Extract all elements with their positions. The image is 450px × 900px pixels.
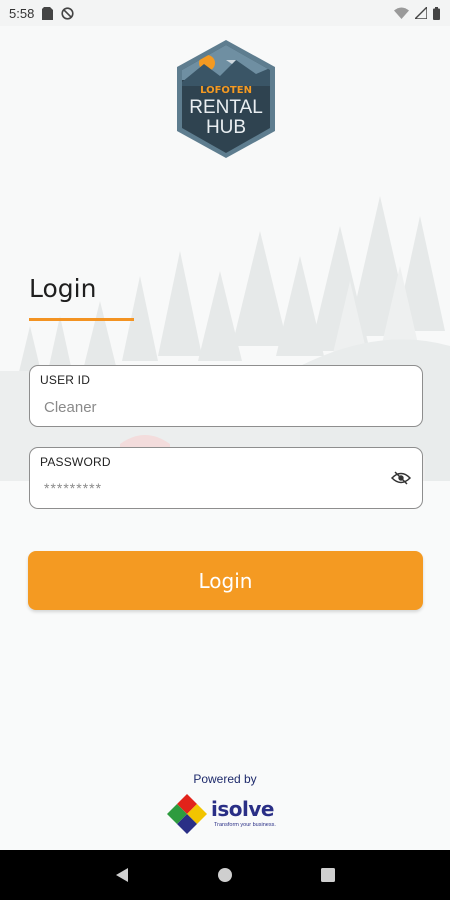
- user-id-label: USER ID: [40, 373, 91, 387]
- brand-tagline: Transform your business.: [214, 822, 276, 828]
- user-id-input[interactable]: Cleaner: [44, 399, 97, 416]
- title-underline: [29, 318, 134, 321]
- battery-icon: [433, 6, 440, 20]
- isolve-logo: isolve Transform your business.: [166, 792, 288, 836]
- sim-card-icon: [42, 6, 54, 20]
- home-icon: [217, 868, 232, 882]
- logo-line1: LOFOTEN: [200, 85, 252, 96]
- home-button[interactable]: [215, 865, 235, 885]
- password-label: PASSWORD: [40, 455, 111, 469]
- password-input[interactable]: *********: [44, 480, 102, 496]
- powered-by-text: Powered by: [193, 772, 257, 786]
- back-button[interactable]: [112, 865, 132, 885]
- wifi-icon: [394, 7, 409, 19]
- password-field[interactable]: PASSWORD *********: [29, 447, 423, 509]
- isolve-diamond-icon: [167, 794, 207, 834]
- no-data-icon: [61, 6, 74, 20]
- navigation-bar: [0, 850, 450, 900]
- user-id-field[interactable]: USER ID Cleaner: [29, 365, 423, 427]
- recents-icon: [321, 868, 336, 882]
- logo-line2: RENTAL: [189, 97, 263, 118]
- back-icon: [115, 868, 128, 882]
- page-title: Login: [29, 274, 97, 303]
- logo-line3: HUB: [206, 117, 246, 138]
- login-button[interactable]: Login: [28, 551, 423, 610]
- signal-icon: [415, 7, 427, 19]
- eye-off-icon[interactable]: [391, 470, 411, 486]
- brand-name: isolve: [211, 797, 274, 821]
- recents-button[interactable]: [318, 865, 338, 885]
- status-time: 5:58: [9, 5, 35, 21]
- status-bar: 5:58: [0, 0, 450, 26]
- lofoten-rental-hub-logo: LOFOTEN RENTAL HUB: [177, 40, 275, 158]
